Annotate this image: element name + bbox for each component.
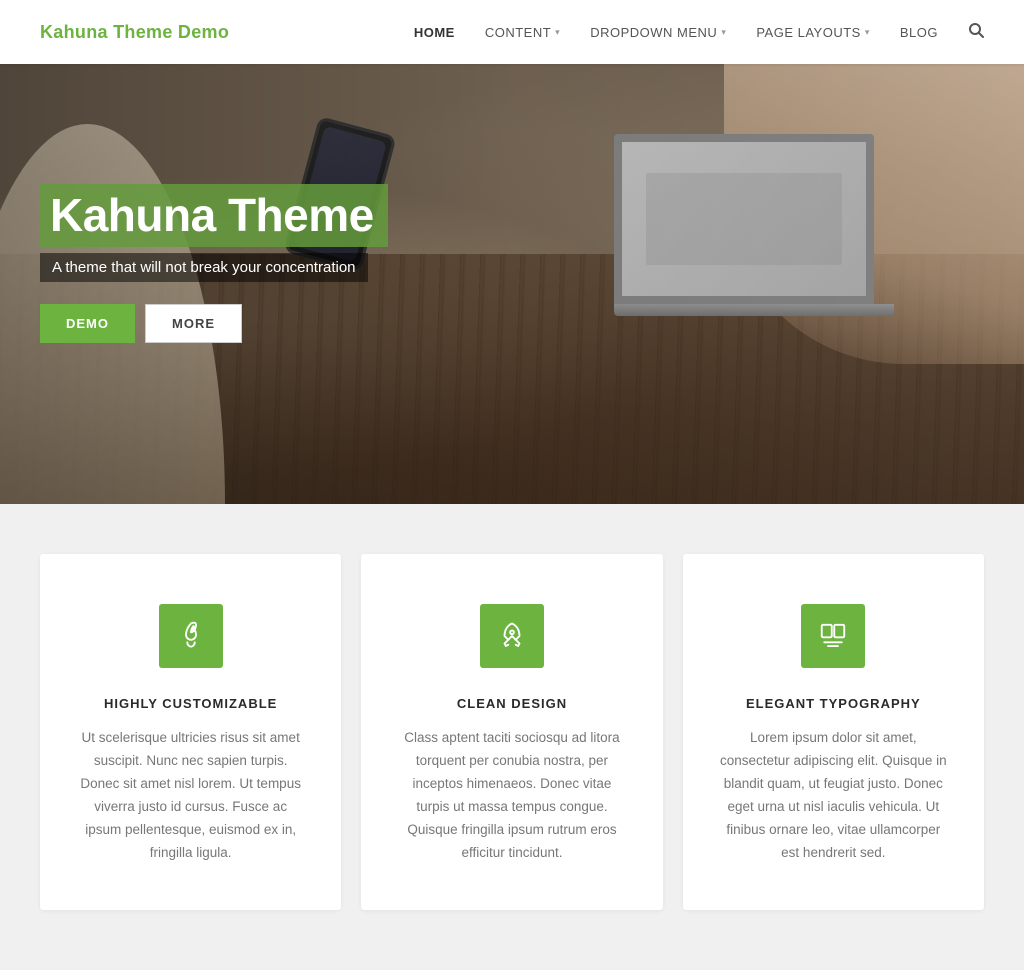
feature-title-typography: ELEGANT TYPOGRAPHY: [718, 696, 949, 711]
nav-item-home[interactable]: HOME: [414, 25, 455, 40]
feature-icon-customizable: [159, 604, 223, 668]
feature-icon-clean-design: [480, 604, 544, 668]
hero-title: Kahuna Theme: [50, 190, 374, 241]
main-nav: HOME CONTENT ▾ DROPDOWN MENU ▾ PAGE LAYO…: [414, 22, 984, 42]
hero-content: Kahuna Theme A theme that will not break…: [40, 184, 388, 343]
nav-item-blog[interactable]: BLOG: [900, 25, 938, 40]
features-section: HIGHLY CUSTOMIZABLE Ut scelerisque ultri…: [0, 504, 1024, 970]
feature-desc-customizable: Ut scelerisque ultricies risus sit amet …: [75, 727, 306, 865]
demo-button[interactable]: DEMO: [40, 304, 135, 343]
feature-desc-clean-design: Class aptent taciti sociosqu ad litora t…: [396, 727, 627, 865]
feature-desc-typography: Lorem ipsum dolor sit amet, consectetur …: [718, 727, 949, 865]
typography-icon: [818, 621, 848, 651]
site-header: Kahuna Theme Demo HOME CONTENT ▾ DROPDOW…: [0, 0, 1024, 64]
feature-card-clean-design: CLEAN DESIGN Class aptent taciti sociosq…: [361, 554, 662, 910]
chevron-down-icon: ▾: [555, 27, 560, 38]
feature-card-typography: ELEGANT TYPOGRAPHY Lorem ipsum dolor sit…: [683, 554, 984, 910]
site-logo[interactable]: Kahuna Theme Demo: [40, 22, 229, 43]
hero-subtitle-background: A theme that will not break your concent…: [40, 253, 368, 282]
hero-subtitle: A theme that will not break your concent…: [52, 259, 356, 276]
rocket-icon: [497, 621, 527, 651]
nav-item-page-layouts[interactable]: PAGE LAYOUTS ▾: [756, 25, 870, 40]
search-button[interactable]: [968, 22, 984, 42]
feature-title-clean-design: CLEAN DESIGN: [396, 696, 627, 711]
nav-item-content[interactable]: CONTENT ▾: [485, 25, 560, 40]
nav-item-dropdown-menu[interactable]: DROPDOWN MENU ▾: [590, 25, 726, 40]
more-button[interactable]: MORE: [145, 304, 242, 343]
chevron-down-icon: ▾: [721, 27, 726, 38]
fire-icon: [176, 621, 206, 651]
feature-icon-typography: [801, 604, 865, 668]
hero-section: Kahuna Theme A theme that will not break…: [0, 64, 1024, 504]
feature-card-customizable: HIGHLY CUSTOMIZABLE Ut scelerisque ultri…: [40, 554, 341, 910]
feature-title-customizable: HIGHLY CUSTOMIZABLE: [75, 696, 306, 711]
hero-buttons: DEMO MORE: [40, 304, 388, 343]
features-grid: HIGHLY CUSTOMIZABLE Ut scelerisque ultri…: [40, 554, 984, 910]
chevron-down-icon: ▾: [865, 27, 870, 38]
hero-title-background: Kahuna Theme: [40, 184, 388, 247]
